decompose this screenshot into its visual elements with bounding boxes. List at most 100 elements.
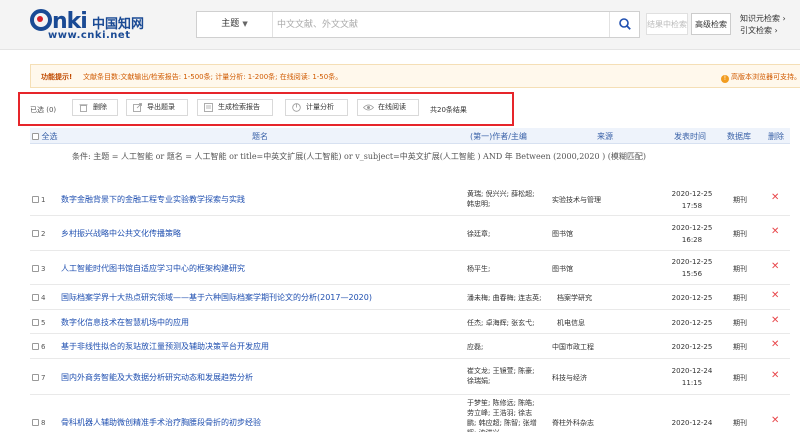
row-source[interactable]: 脊柱外科杂志 bbox=[552, 418, 594, 428]
row-title-link[interactable]: 骨科机器人辅助微创精准手术治疗胸腰段骨折的初步经验 bbox=[61, 417, 261, 428]
trash-icon bbox=[79, 104, 88, 112]
row-checkbox[interactable] bbox=[32, 196, 39, 203]
search-box: 主题 ▼ bbox=[196, 11, 640, 38]
report-icon bbox=[204, 103, 213, 112]
delete-x-icon[interactable]: ✕ bbox=[771, 315, 779, 326]
selected-count: 已选 (0) bbox=[30, 106, 57, 114]
row-database: 期刊 bbox=[733, 265, 747, 273]
search-input[interactable] bbox=[277, 15, 597, 34]
row-source[interactable]: 图书馆 bbox=[552, 229, 573, 239]
delete-x-icon[interactable]: ✕ bbox=[771, 370, 779, 381]
cnki-logo[interactable]: nki 中国知网 www.cnki.net bbox=[30, 9, 148, 41]
info-icon: ! bbox=[721, 75, 729, 83]
row-checkbox[interactable] bbox=[32, 374, 39, 381]
row-date: 2020-12-25 bbox=[671, 319, 713, 327]
row-author[interactable]: 任杰; 卓海辉; 张玄弋; bbox=[467, 318, 557, 328]
citation-search-link[interactable]: 引文检索 › bbox=[740, 25, 786, 37]
delete-x-icon[interactable]: ✕ bbox=[771, 226, 779, 237]
row-source[interactable]: 科技与经济 bbox=[552, 373, 587, 383]
search-scope-select[interactable]: 主题 ▼ bbox=[197, 12, 273, 37]
row-source[interactable]: 机电信息 bbox=[557, 318, 585, 328]
caret-down-icon: ▼ bbox=[242, 20, 248, 28]
row-date: 2020-12-24 bbox=[671, 419, 713, 427]
row-author[interactable]: 黄瑞; 倪兴兴; 薛松超; 韩忠明; bbox=[467, 189, 537, 209]
select-all-checkbox[interactable] bbox=[32, 133, 39, 140]
delete-x-icon[interactable]: ✕ bbox=[771, 415, 779, 426]
result-search-button[interactable]: 结果中检索 bbox=[646, 13, 688, 35]
table-row: 3 人工智能时代图书馆自适应学习中心的框架构建研究 杨平生; 图书馆 2020-… bbox=[30, 251, 790, 285]
row-date: 2020-12-24 11:15 bbox=[671, 367, 713, 387]
advanced-search-button[interactable]: 高级检索 bbox=[691, 13, 731, 35]
metric-analysis-button[interactable]: 计量分析 bbox=[285, 99, 348, 116]
search-icon bbox=[619, 18, 631, 30]
row-database: 期刊 bbox=[733, 343, 747, 351]
delete-x-icon[interactable]: ✕ bbox=[771, 339, 779, 350]
generate-report-button[interactable]: 生成检索报告 bbox=[197, 99, 273, 116]
table-row: 5 数字化信息技术在智慧机场中的应用 任杰; 卓海辉; 张玄弋; 机电信息 20… bbox=[30, 310, 790, 334]
table-row: 8 骨科机器人辅助微创精准手术治疗胸腰段骨折的初步经验 于梦笙; 陈修远; 陈皓… bbox=[30, 395, 790, 432]
row-author[interactable]: 杨平生; bbox=[467, 264, 537, 274]
row-database: 期刊 bbox=[733, 319, 747, 327]
row-title-link[interactable]: 人工智能时代图书馆自适应学习中心的框架构建研究 bbox=[61, 263, 245, 274]
row-database: 期刊 bbox=[733, 374, 747, 382]
function-notice: 功能提示! 文献条目数:文献输出/检索报告: 1-500条; 计量分析: 1-2… bbox=[30, 64, 800, 88]
col-database[interactable]: 数据库 bbox=[727, 131, 751, 142]
browser-tip: ! 高版本浏览器可支持。 bbox=[721, 72, 800, 83]
row-author[interactable]: 应磊; bbox=[467, 342, 537, 352]
row-date: 2020-12-25 16:28 bbox=[671, 224, 713, 244]
row-checkbox[interactable] bbox=[32, 230, 39, 237]
row-title-link[interactable]: 基于非线性拟合的泵站放江量预测及辅助决策平台开发应用 bbox=[61, 341, 269, 352]
notice-message: 文献条目数:文献输出/检索报告: 1-500条; 计量分析: 1-200条; 在… bbox=[83, 73, 343, 81]
row-author[interactable]: 潘未梅; 曲春梅; 连志英; bbox=[467, 293, 557, 303]
row-checkbox[interactable] bbox=[32, 319, 39, 326]
table-row: 4 国际档案学界十大热点研究领域——基于六种国际档案学期刊论文的分析(2017—… bbox=[30, 285, 790, 310]
row-checkbox[interactable] bbox=[32, 294, 39, 301]
row-checkbox[interactable] bbox=[32, 265, 39, 272]
row-database: 期刊 bbox=[733, 294, 747, 302]
row-source[interactable]: 档案学研究 bbox=[557, 293, 592, 303]
row-title-link[interactable]: 国内外商务智能及大数据分析研究动态和发展趋势分析 bbox=[61, 372, 253, 383]
row-source[interactable]: 中国市政工程 bbox=[552, 342, 594, 352]
online-read-button[interactable]: 在线阅读 bbox=[357, 99, 419, 116]
col-date[interactable]: 发表时间 bbox=[674, 131, 706, 142]
row-checkbox[interactable] bbox=[32, 343, 39, 350]
row-checkbox[interactable] bbox=[32, 419, 39, 426]
row-source[interactable]: 实验技术与管理 bbox=[552, 195, 601, 205]
select-all[interactable]: 全选 bbox=[32, 131, 58, 142]
logo-c-icon bbox=[30, 9, 52, 31]
search-button[interactable] bbox=[609, 12, 639, 37]
table-row: 6 基于非线性拟合的泵站放江量预测及辅助决策平台开发应用 应磊; 中国市政工程 … bbox=[30, 334, 790, 359]
notice-lead: 功能提示! bbox=[41, 73, 73, 81]
row-title-link[interactable]: 数字金融背景下的金融工程专业实验教学探索与实践 bbox=[61, 194, 245, 205]
row-date: 2020-12-25 15:56 bbox=[671, 258, 713, 278]
table-header: 全选 题名 (第一)作者/主编 来源 发表时间 数据库 删除 bbox=[30, 128, 790, 144]
pie-chart-icon bbox=[292, 103, 301, 112]
row-date: 2020-12-25 bbox=[671, 294, 713, 302]
col-title[interactable]: 题名 bbox=[252, 131, 268, 142]
export-icon bbox=[133, 103, 142, 112]
delete-button[interactable]: 删除 bbox=[72, 99, 118, 116]
row-title-link[interactable]: 数字化信息技术在智慧机场中的应用 bbox=[61, 317, 189, 328]
header-links: 知识元检索 › 引文检索 › bbox=[740, 13, 786, 37]
row-author[interactable]: 于梦笙; 陈修远; 陈皓; 劳立峰; 王浩羽; 徐志鹏; 韩应超; 陈智; 张增… bbox=[467, 398, 537, 432]
result-total: 共20条结果 bbox=[430, 106, 467, 114]
row-title-link[interactable]: 国际档案学界十大热点研究领域——基于六种国际档案学期刊论文的分析(2017—20… bbox=[61, 292, 372, 303]
site-header: nki 中国知网 www.cnki.net 主题▼ 结果中检索 高级检索 知识元… bbox=[0, 0, 800, 50]
row-database: 期刊 bbox=[733, 196, 747, 204]
delete-x-icon[interactable]: ✕ bbox=[771, 261, 779, 272]
knowledge-search-link[interactable]: 知识元检索 › bbox=[740, 13, 786, 25]
table-row: 2 乡村振兴战略中公共文化传播策略 徐廷章; 图书馆 2020-12-25 16:… bbox=[30, 216, 790, 251]
export-button[interactable]: 导出题录 bbox=[126, 99, 188, 116]
row-database: 期刊 bbox=[733, 230, 747, 238]
row-author[interactable]: 崔文龙; 王镜萱; 陈豪; 徐瑞娟; bbox=[467, 366, 537, 386]
delete-x-icon[interactable]: ✕ bbox=[771, 290, 779, 301]
col-source[interactable]: 来源 bbox=[597, 131, 613, 142]
row-source[interactable]: 图书馆 bbox=[552, 264, 573, 274]
delete-x-icon[interactable]: ✕ bbox=[771, 192, 779, 203]
row-database: 期刊 bbox=[733, 419, 747, 427]
eye-icon bbox=[363, 104, 374, 111]
row-author[interactable]: 徐廷章; bbox=[467, 229, 537, 239]
row-title-link[interactable]: 乡村振兴战略中公共文化传播策略 bbox=[61, 228, 181, 239]
col-author[interactable]: (第一)作者/主编 bbox=[470, 131, 527, 142]
table-row: 1 数字金融背景下的金融工程专业实验教学探索与实践 黄瑞; 倪兴兴; 薛松超; … bbox=[30, 184, 790, 216]
